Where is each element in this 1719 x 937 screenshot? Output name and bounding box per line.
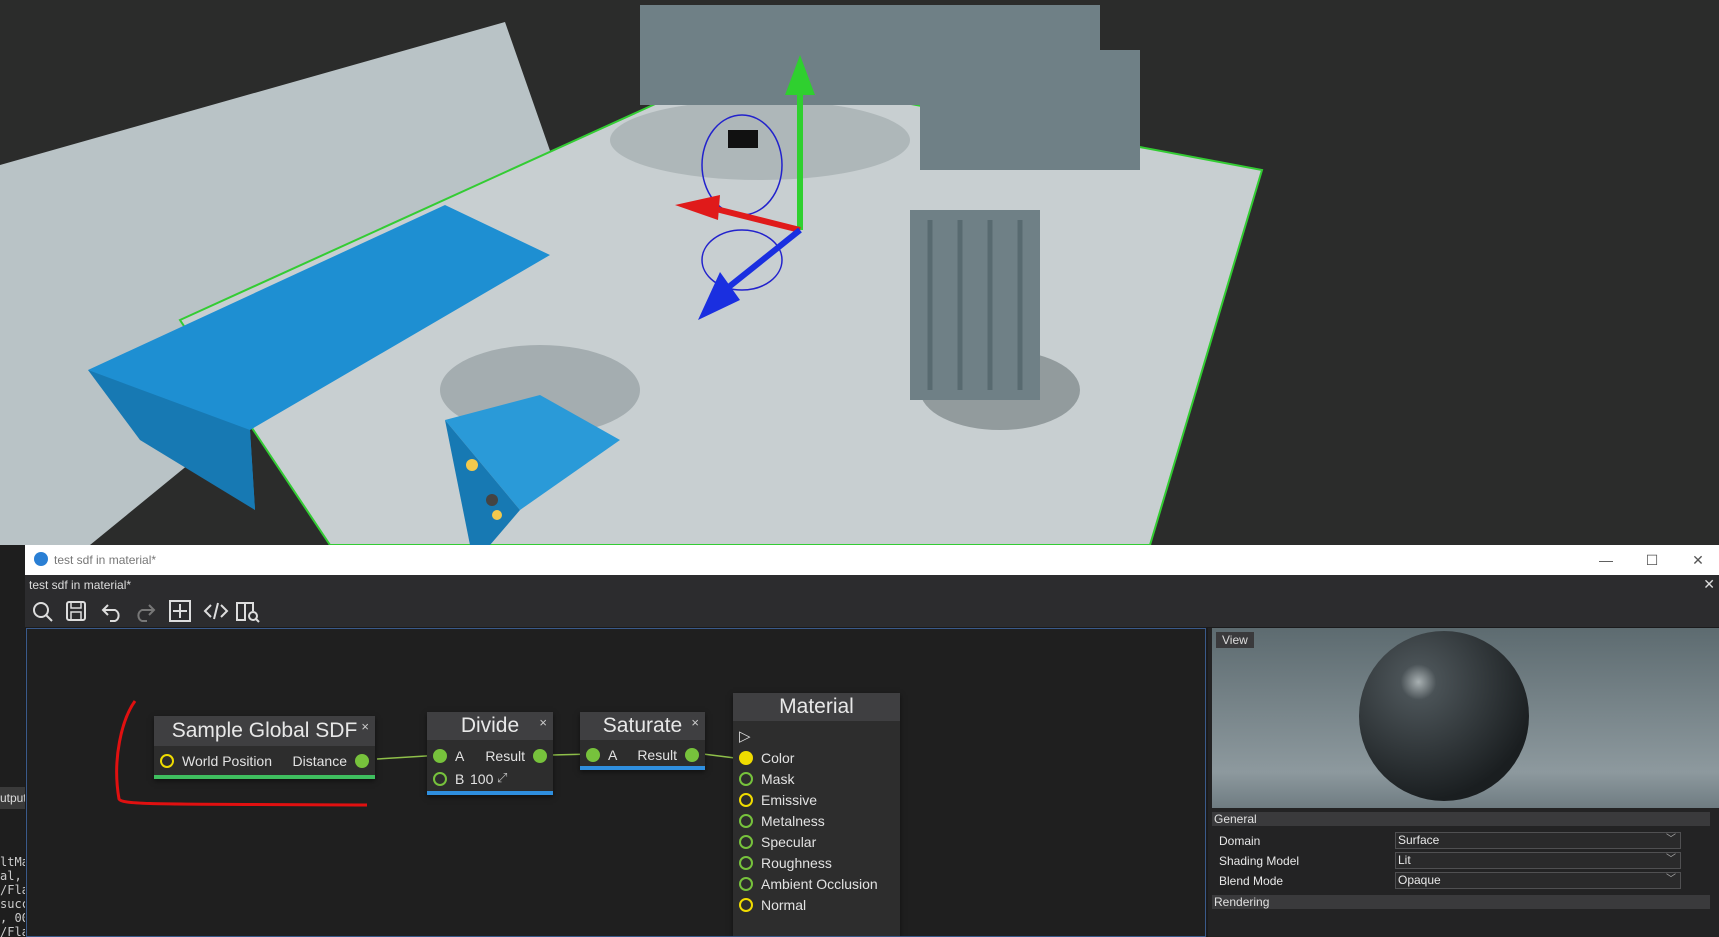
input-label-color: Color: [761, 750, 795, 766]
preview-sphere: [1359, 631, 1529, 801]
dropdown-value: Lit: [1398, 853, 1411, 867]
node-sample-global-sdf[interactable]: Sample Global SDF × World Position Dista…: [154, 716, 375, 779]
input-label-ambient-occlusion: Ambient Occlusion: [761, 876, 878, 892]
node-title: Saturate: [580, 712, 705, 740]
save-icon[interactable]: [63, 599, 89, 623]
input-pin-b[interactable]: [433, 772, 447, 786]
log-line: /Fla: [0, 883, 25, 897]
input-label-specular: Specular: [761, 834, 817, 850]
graph-connections: [115, 700, 744, 807]
log-line: al,: [0, 869, 22, 883]
log-line: , 00: [0, 911, 25, 925]
input-pin-metalness[interactable]: [739, 814, 753, 828]
redo-icon[interactable]: [131, 599, 157, 623]
scene-render: [0, 0, 1719, 546]
log-line: succ: [0, 897, 25, 911]
input-pin-a[interactable]: [586, 748, 600, 762]
node-title: Sample Global SDF: [154, 716, 375, 746]
property-label: Domain: [1219, 834, 1261, 848]
window-title: test sdf in material*: [54, 553, 157, 567]
output-pin-distance[interactable]: [355, 754, 369, 768]
dropdown-value: Surface: [1398, 833, 1440, 847]
node-color-bar: [427, 791, 553, 795]
output-label: Distance: [292, 753, 347, 769]
properties-panel: View General Domain Surface ﹀ Shading Mod…: [1208, 628, 1719, 937]
expand-icon[interactable]: ⤢: [497, 770, 507, 786]
input-pin-world-position[interactable]: [160, 754, 174, 768]
input-label-normal: Normal: [761, 897, 807, 913]
play-icon[interactable]: ▷: [739, 727, 751, 745]
b-value-field[interactable]: 100: [470, 771, 493, 787]
input-label-emissive: Emissive: [761, 792, 818, 808]
undo-icon[interactable]: [100, 599, 126, 623]
chevron-down-icon: ﹀: [1666, 834, 1676, 845]
input-pin-normal[interactable]: [739, 898, 753, 912]
input-pin-specular[interactable]: [739, 835, 753, 849]
document-tab-title[interactable]: test sdf in material*: [29, 578, 131, 592]
docs-icon[interactable]: [235, 599, 261, 623]
maximize-button[interactable]: ☐: [1639, 549, 1665, 571]
output-panel-strip: utput ltMaal,/Flasucc, 00/Fla: [0, 545, 25, 937]
input-pin-color[interactable]: [739, 751, 753, 765]
window-titlebar[interactable]: test sdf in material* — ☐ ✕: [25, 545, 1719, 575]
shading-model-dropdown[interactable]: Lit ﹀: [1395, 852, 1681, 869]
node-close-icon[interactable]: ×: [539, 715, 547, 730]
material-preview[interactable]: View: [1212, 628, 1719, 808]
input-pin-mask[interactable]: [739, 772, 753, 786]
input-label-a: A: [455, 748, 465, 764]
output-tab[interactable]: utput: [0, 787, 25, 809]
domain-dropdown[interactable]: Surface ﹀: [1395, 832, 1681, 849]
node-close-icon[interactable]: ×: [691, 715, 699, 730]
minimize-button[interactable]: —: [1593, 549, 1619, 571]
property-label: Blend Mode: [1219, 874, 1284, 888]
input-label-a: A: [608, 747, 618, 763]
app-logo-icon: [34, 552, 48, 566]
chevron-down-icon: ﹀: [1666, 874, 1676, 885]
section-rendering[interactable]: Rendering: [1212, 895, 1710, 909]
input-pin-emissive[interactable]: [739, 793, 753, 807]
close-button[interactable]: ✕: [1685, 549, 1711, 571]
show-whole-graph-icon[interactable]: [167, 599, 193, 623]
search-icon[interactable]: [30, 599, 56, 623]
node-close-icon[interactable]: ×: [361, 719, 369, 734]
output-log: ltMaal,/Flasucc, 00/Fla: [0, 855, 25, 937]
node-title: Divide: [427, 712, 553, 740]
input-label-roughness: Roughness: [761, 855, 832, 871]
chevron-down-icon: ﹀: [1666, 854, 1676, 865]
input-label-mask: Mask: [761, 771, 795, 787]
node-saturate[interactable]: Saturate × A Result: [580, 712, 705, 770]
input-pin-a[interactable]: [433, 749, 447, 763]
node-color-bar: [580, 766, 705, 770]
section-general[interactable]: General: [1212, 812, 1710, 826]
node-divide[interactable]: Divide × A Result B 100 ⤢: [427, 712, 553, 795]
property-domain: Domain Surface ﹀: [1219, 832, 1709, 849]
input-label: World Position: [182, 753, 273, 769]
property-blend-mode: Blend Mode Opaque ﹀: [1219, 872, 1709, 889]
node-graph-canvas[interactable]: Sample Global SDF × World Position Dista…: [26, 628, 1206, 937]
property-label: Shading Model: [1219, 854, 1300, 868]
blend-mode-dropdown[interactable]: Opaque ﹀: [1395, 872, 1681, 889]
output-label: Result: [485, 748, 525, 764]
input-label-b: B: [455, 771, 465, 787]
source-code-icon[interactable]: [203, 599, 229, 623]
node-title: Material: [733, 693, 900, 721]
output-label: Result: [637, 747, 677, 763]
document-close-icon[interactable]: ✕: [1703, 576, 1715, 593]
input-label-metalness: Metalness: [761, 813, 825, 829]
output-pin-result[interactable]: [685, 748, 699, 762]
property-shading-model: Shading Model Lit ﹀: [1219, 852, 1709, 869]
node-color-bar: [154, 775, 375, 779]
output-pin-result[interactable]: [533, 749, 547, 763]
input-pin-ambient-occlusion[interactable]: [739, 877, 753, 891]
log-line: ltMa: [0, 855, 25, 869]
material-editor-window: test sdf in material* — ☐ ✕ test sdf in …: [25, 545, 1719, 937]
node-material[interactable]: Material ▷ Color Mask Emissive Metalness…: [733, 693, 900, 936]
dropdown-value: Opaque: [1398, 873, 1441, 887]
scene-viewport[interactable]: [0, 0, 1719, 546]
editor-toolbar: [25, 595, 1719, 627]
document-tab: test sdf in material* ✕: [25, 575, 1719, 595]
input-pin-roughness[interactable]: [739, 856, 753, 870]
log-line: /Fla: [0, 925, 25, 937]
